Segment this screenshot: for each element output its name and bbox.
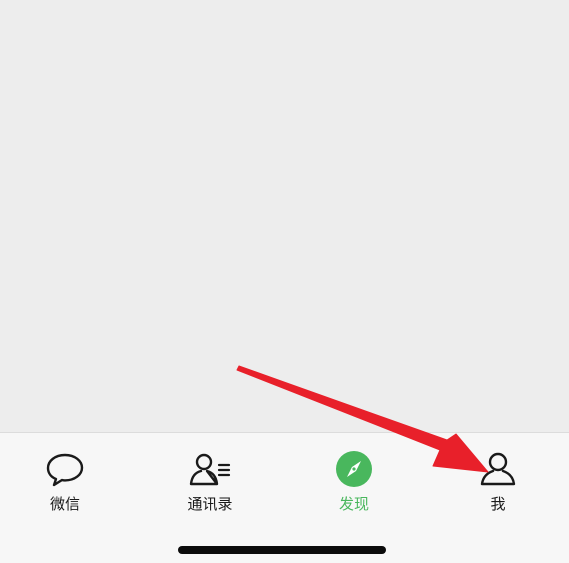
content-area xyxy=(0,0,569,432)
tab-chats-label: 微信 xyxy=(49,495,80,513)
tab-me[interactable]: 我 xyxy=(443,449,553,519)
tab-contacts-label: 通讯录 xyxy=(187,495,233,513)
compass-icon xyxy=(332,449,376,489)
person-icon xyxy=(476,449,520,489)
tab-chats[interactable]: 微信 xyxy=(10,449,120,519)
tab-discover-label: 发现 xyxy=(338,495,369,513)
bottom-tab-bar: 微信 通讯录 发现 我 xyxy=(0,432,569,563)
chat-bubble-icon xyxy=(43,449,87,489)
tab-me-label: 我 xyxy=(490,495,506,513)
tab-contacts[interactable]: 通讯录 xyxy=(155,449,265,519)
home-indicator[interactable] xyxy=(178,546,386,554)
tab-discover[interactable]: 发现 xyxy=(299,449,409,519)
contacts-icon xyxy=(188,449,232,489)
